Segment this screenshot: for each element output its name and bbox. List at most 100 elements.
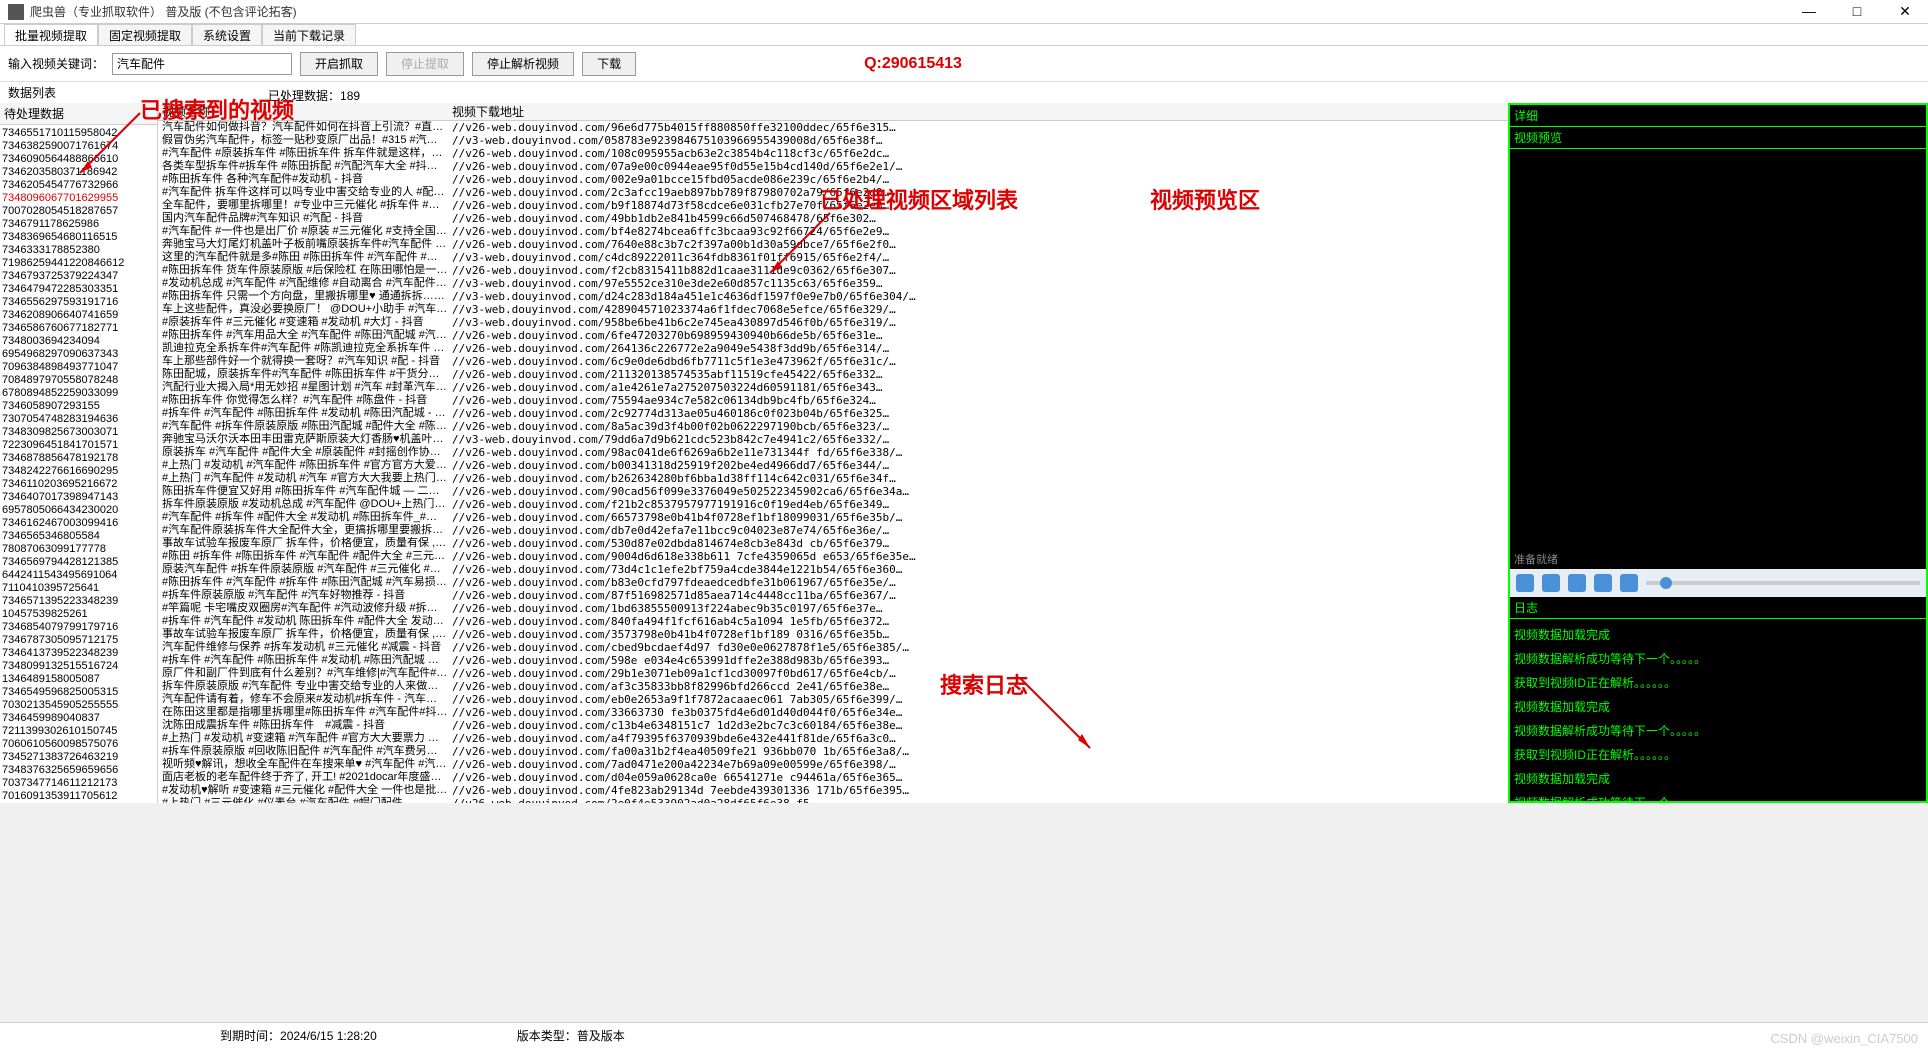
keyword-input[interactable] (112, 53, 292, 75)
table-row[interactable]: #拆车件 #汽车配件 #发动机 陈田拆车件 #配件大全 发动机……//v26-w… (158, 615, 1508, 628)
table-row[interactable]: 在陈田这里都是指哪里拆哪里#陈田拆车件 #汽车配件#抖价—条线……//v26-w… (158, 706, 1508, 719)
list-item[interactable]: 7211399302610150745 (2, 725, 155, 738)
table-row[interactable]: 国内汽车配件品牌#汽车知识 #汽配 - 抖音//v26-web.douyinvo… (158, 212, 1508, 225)
table-row[interactable]: #陈田拆车件 各种汽车配件#发动机 - 抖音//v26-web.douyinvo… (158, 173, 1508, 186)
table-row[interactable]: 这里的汽车配件就是多#陈田 #陈田拆车件 #汽车配件 #汽配……//v3-web… (158, 251, 1508, 264)
table-row[interactable]: #陈田拆车件 只需一个方向盘，里搬拆哪里♥ 通通拆拆……//v3-web.dou… (158, 290, 1508, 303)
list-item[interactable]: 7016091353911705612 (2, 790, 155, 803)
play-button[interactable] (1516, 574, 1534, 592)
table-row[interactable]: #陈田拆车件 你觉得怎么样？#汽车配件 #陈盘件 - 抖音//v26-web.d… (158, 394, 1508, 407)
list-item[interactable]: 7346058907293155 (2, 400, 155, 413)
list-item[interactable]: 7348003694234094 (2, 335, 155, 348)
list-item[interactable]: 7346569794428121385 (2, 556, 155, 569)
table-row[interactable]: 原装汽车配件 #拆车件原装原版 #汽车配件 #三元催化 #发动机……//v26-… (158, 563, 1508, 576)
table-row[interactable]: 车上那些部件好一个就得换一套呀？#汽车知识 #配 - 抖音//v26-web.d… (158, 355, 1508, 368)
list-item[interactable]: 10457539825261 (2, 608, 155, 621)
table-row[interactable]: 原装拆车 #汽车配件 #配件大全 #原装配件 #封摇创作协手中心…//v26-w… (158, 446, 1508, 459)
list-item[interactable]: 7084897970558078248 (2, 374, 155, 387)
table-row[interactable]: #发动机总成 #汽车配件 #汽配维修 #自动离合 #汽车配件 - 抖音//v3-… (158, 277, 1508, 290)
next-button[interactable] (1594, 574, 1612, 592)
list-item[interactable]: 6957805066434230020 (2, 504, 155, 517)
table-row[interactable]: #陈田拆车件 货车件原装原版 #后保险杠 在陈田哪怕是一辆线……//v26-we… (158, 264, 1508, 277)
table-row[interactable]: 汽车配件维修与保养 #拆车发动机 #三元催化 #减震 - 抖音//v26-web… (158, 641, 1508, 654)
table-row[interactable]: 拆车件原装原版 #发动机总成 #汽车配件 @DOU+上热门 - 抖音//v26-… (158, 498, 1508, 511)
list-item[interactable]: 7346793725379224347 (2, 270, 155, 283)
table-row[interactable]: #汽车配件 #拆车件原装原版 #陈田汽配城 #配件大全 #陈田拆……//v26-… (158, 420, 1508, 433)
list-item[interactable]: 7110410395725641 (2, 582, 155, 595)
minimize-button[interactable]: — (1794, 3, 1824, 20)
table-row[interactable]: #发动机♥解听 #变速箱 #三元催化 #配件大全 一件也是批发价……//v26-… (158, 784, 1508, 797)
list-item[interactable]: 7348096067701629955 (2, 192, 155, 205)
table-row[interactable]: #上热门 #三元催化 #仪表台 #汽车配件 #帽门配件…//v26-web.do… (158, 797, 1508, 803)
prev-button[interactable] (1568, 574, 1586, 592)
table-row[interactable]: 陈田配城，原装拆车件#汽车配件 #陈田拆车件 #干货分享 …//v26-web.… (158, 368, 1508, 381)
fast-forward-button[interactable] (1620, 574, 1638, 592)
list-item[interactable]: 6780894852259033099 (2, 387, 155, 400)
list-item[interactable]: 7346459989040837 (2, 712, 155, 725)
table-row[interactable]: #上热门 #汽车配件 #发动机 #汽车 #官方大大我要上热门 - 抖音//v26… (158, 472, 1508, 485)
tab-download-records[interactable]: 当前下载记录 (262, 24, 356, 45)
list-item[interactable]: 7346333178852380 (2, 244, 155, 257)
list-item[interactable]: 7346382590071761674 (2, 140, 155, 153)
table-row[interactable]: #陈田 #拆车件 #陈田拆车件 #汽车配件 #配件大全 #三元配城 - …//v… (158, 550, 1508, 563)
list-item[interactable]: 7348369654680116515 (2, 231, 155, 244)
table-row[interactable]: 奔驰宝马沃尔沃本田丰田雷克萨斯原装大灯香肠♥机盖叶子板车……//v3-web.d… (158, 433, 1508, 446)
table-row[interactable]: #汽车配件 #原装拆车件 #陈田拆车件 拆车件就是这样，不管是…//v26-we… (158, 147, 1508, 160)
list-item[interactable]: 7346090564488866610 (2, 153, 155, 166)
list-item[interactable]: 7346556297593191716 (2, 296, 155, 309)
tab-fixed-extract[interactable]: 固定视频提取 (98, 24, 192, 45)
list-item[interactable]: 7037347714611212173 (2, 777, 155, 790)
table-row[interactable]: #竿篇呢 卡宅嘴皮双圈房#汽车配件 #汽动波修升级 #拆车件…//v26-web… (158, 602, 1508, 615)
stop-parse-button[interactable]: 停止解析视频 (472, 52, 574, 76)
stop-extract-button[interactable]: 停止提取 (386, 52, 464, 76)
list-item[interactable]: 7346110203695216672 (2, 478, 155, 491)
table-row[interactable]: 陈田拆车件便宜又好用 #陈田拆车件 #汽车配件城 — 二手车摄运工…//v26-… (158, 485, 1508, 498)
table-row[interactable]: #上热门 #发动机 #汽车配件 #陈田拆车件 #官方官方大爱官方热……//v26… (158, 459, 1508, 472)
tab-system-settings[interactable]: 系统设置 (192, 24, 262, 45)
list-item[interactable]: 7307054748283194636 (2, 413, 155, 426)
list-item[interactable]: 7348376325659659656 (2, 764, 155, 777)
table-row[interactable]: 车上这些配件，真没必要换原厂！ @DOU+小助手 #汽车 #每天一个……//v3… (158, 303, 1508, 316)
table-row[interactable]: 全车配件，要哪里拆哪里！#专业中三元催化 #拆车件 #发动……//v26-web… (158, 199, 1508, 212)
list-item[interactable]: 7346791178625986 (2, 218, 155, 231)
table-row[interactable]: 奔驰宝马大灯尾灯机盖叶子板前嘴原装拆车件#汽车配件 #陈田拆……//v26-we… (158, 238, 1508, 251)
table-row[interactable]: #汽车配件原装拆车件大全配件大全，更搞拆哪里要搬拆哪里!//v26-web.do… (158, 524, 1508, 537)
list-item[interactable]: 7346787305095712175 (2, 634, 155, 647)
maximize-button[interactable]: □ (1842, 3, 1872, 20)
table-row[interactable]: 汽配行业大揭入局*用无妙招 #星图计划 #汽车 #封革汽车 — 抖音//v26-… (158, 381, 1508, 394)
list-item[interactable]: 1346489158005087 (2, 673, 155, 686)
list-item[interactable]: 7060610560098575076 (2, 738, 155, 751)
list-item[interactable]: 7346413739522348239 (2, 647, 155, 660)
list-item[interactable]: 78087063099177778 (2, 543, 155, 556)
table-row[interactable]: 各类车型拆车件#拆车件 #陈田拆配 #汽配汽车大全 #抖音帮10 ·//v26-… (158, 160, 1508, 173)
pending-id-list[interactable]: 7346551710115958042734638259007176167473… (0, 125, 157, 803)
table-row[interactable]: 原厂件和副厂件到底有什么差别？#汽车维修|#汽车配件#抖音汽车……//v26-w… (158, 667, 1508, 680)
table-row[interactable]: #汽车配件 #拆车件 #配件大全 #发动机 #陈田拆车件_#需要……//v26-… (158, 511, 1508, 524)
list-item[interactable]: 7346586760677182771 (2, 322, 155, 335)
download-button[interactable]: 下载 (582, 52, 636, 76)
list-item[interactable]: 7223096451841701571 (2, 439, 155, 452)
list-item[interactable]: 7346208906640741659 (2, 309, 155, 322)
media-slider[interactable] (1646, 581, 1920, 585)
table-row[interactable]: 面店老板的老车配件终于齐了, 开工! #2021docar年度盛典 #封…//v… (158, 771, 1508, 784)
list-item[interactable]: 7346565346805584 (2, 530, 155, 543)
list-item[interactable]: 7346878856478192178 (2, 452, 155, 465)
list-item[interactable]: 7346551710115958042 (2, 127, 155, 140)
log-area[interactable]: 视频数据加载完成视频数据解析成功等待下一个。。。。。获取到视频ID正在解析。。。… (1510, 619, 1926, 801)
list-item[interactable]: 7345271383726463219 (2, 751, 155, 764)
table-row[interactable]: 凯迪拉克全系拆车件#汽车配件 #陈凯迪拉克全系拆车件 #拆车件……//v26-w… (158, 342, 1508, 355)
list-item[interactable]: 6954968297090637343 (2, 348, 155, 361)
table-row[interactable]: 事故车试验车报废车原厂 拆车件，价格便宜，质量有保 , 基要无……//v26-w… (158, 537, 1508, 550)
list-item[interactable]: 7346205454776732966 (2, 179, 155, 192)
list-item[interactable]: 7348242276616690295 (2, 465, 155, 478)
table-row[interactable]: #陈田拆车件 #汽车用品大全 #汽车配件 #陈田汽配城 #汽车知识……//v26… (158, 329, 1508, 342)
table-row[interactable]: 汽车配件请有着，修车不会原来#发动机#拆车件 - 汽车配……//v26-web.… (158, 693, 1508, 706)
list-item[interactable]: 7346549596825005315 (2, 686, 155, 699)
list-item[interactable]: 7030213545905255555 (2, 699, 155, 712)
table-row[interactable]: #拆车件原装原版 #回收陈旧配件 #汽车配件 #汽车费另件 #赛是……//v26… (158, 745, 1508, 758)
start-extract-button[interactable]: 开启抓取 (300, 52, 378, 76)
list-item[interactable]: 7346854079799179716 (2, 621, 155, 634)
list-item[interactable]: 7346479472285303351 (2, 283, 155, 296)
list-item[interactable]: 7007028054518287657 (2, 205, 155, 218)
table-row[interactable]: #陈田拆车件 #汽车配件 #拆车件 #陈田汽配城 #汽车易损件 - 抖音//v2… (158, 576, 1508, 589)
